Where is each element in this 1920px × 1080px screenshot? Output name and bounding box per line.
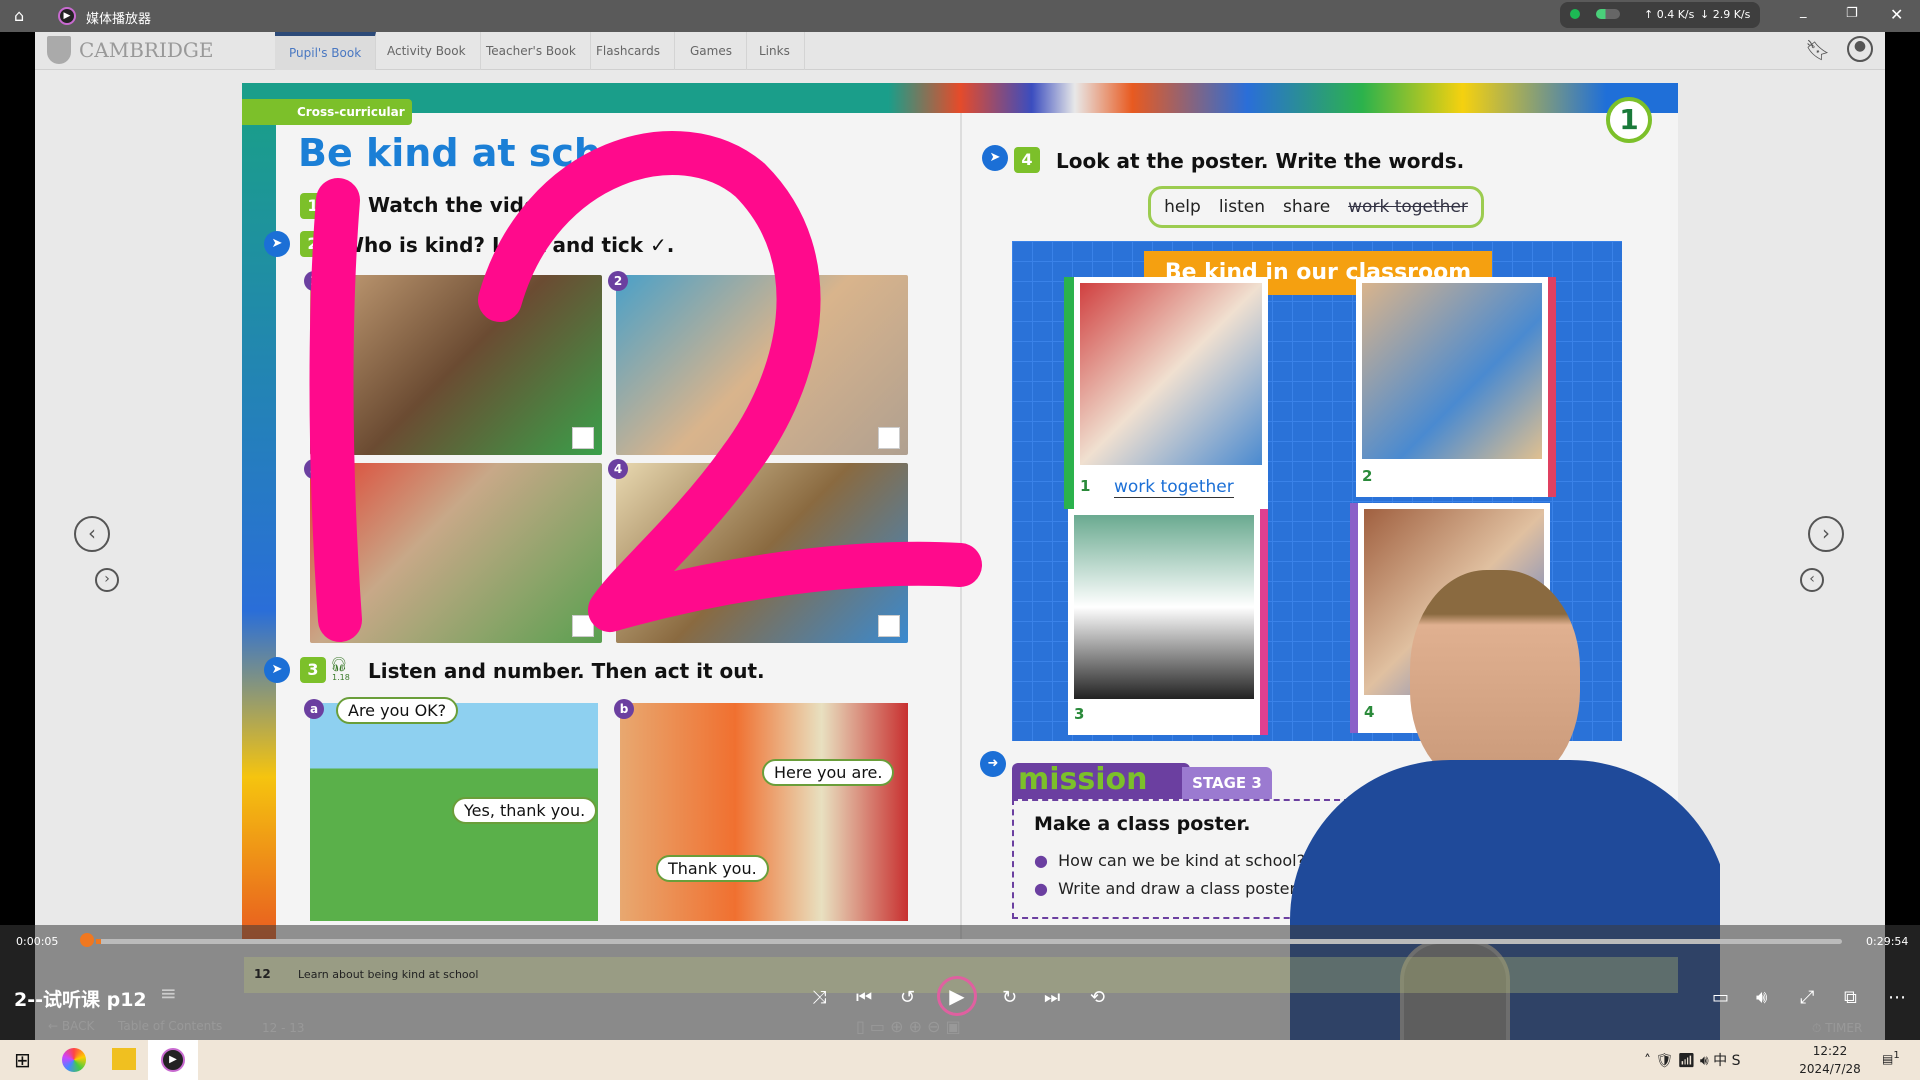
repeat-off-icon[interactable]: ⟲ — [1090, 987, 1105, 1008]
annotation-stroke-2 — [478, 131, 982, 632]
elapsed-time: 0:00:05 — [16, 935, 59, 948]
subtitles-icon[interactable]: ▭ — [1712, 987, 1729, 1008]
back-label: BACK — [61, 1019, 95, 1033]
notification-center[interactable]: ▤1 — [1882, 1050, 1900, 1066]
seek-handle[interactable] — [80, 933, 94, 947]
play-button[interactable]: ▶ — [937, 976, 977, 1016]
table-of-contents-button[interactable]: Table of Contents — [118, 1019, 222, 1033]
notification-count: 1 — [1893, 1050, 1900, 1061]
page-number: 12 — [254, 967, 271, 981]
timer-label: TIMER — [1825, 1021, 1863, 1035]
video-title: 2--试听课 p12 — [14, 989, 147, 1011]
viewer-zoom-tools[interactable]: ▯ ▭ ⊕ ⊕ ⊖ ▣ — [856, 1017, 961, 1036]
seek-progress — [96, 939, 102, 944]
volume-icon[interactable]: 🔊︎ — [1756, 987, 1767, 1008]
next-icon[interactable]: ⏭ — [1044, 987, 1060, 1008]
windows-start-icon[interactable]: ⊞ — [14, 1048, 31, 1072]
previous-icon[interactable]: ⏮ — [856, 987, 872, 1008]
windows-taskbar: ⊞ ▶ ˄ 🛡︎ 📶︎ 🔊︎ 中 S 12:22 2024/7/28 ▤1 — [0, 1040, 1920, 1080]
menu-icon[interactable]: ≡ — [160, 981, 177, 1005]
forward-30-icon[interactable]: ↻ — [1002, 987, 1017, 1008]
pip-icon[interactable]: ⧉ — [1844, 987, 1857, 1008]
presenter-head — [1410, 570, 1580, 790]
back-button[interactable]: ← BACK — [48, 1019, 94, 1033]
player-controls: 0:00:05 0:29:54 12 Learn about being kin… — [0, 925, 1920, 1040]
timer-button[interactable]: ⏱ TIMER — [1812, 1021, 1862, 1036]
more-icon[interactable]: ⋯ — [1888, 987, 1906, 1008]
shuffle-icon[interactable]: ⤨ — [812, 987, 826, 1008]
annotation-stroke-1 — [309, 178, 362, 642]
fullscreen-icon[interactable]: ⤢ — [1800, 987, 1814, 1008]
media-player-icon: ▶ — [161, 1048, 185, 1072]
seek-bar[interactable] — [96, 939, 1842, 944]
duration: 0:29:54 — [1866, 935, 1909, 948]
system-tray-icons[interactable]: ˄ 🛡︎ 📶︎ 🔊︎ 中 S — [1644, 1050, 1741, 1070]
page-range[interactable]: 12 - 13 — [262, 1021, 305, 1035]
file-explorer-icon[interactable] — [112, 1048, 136, 1070]
taskbar-media-player[interactable]: ▶ — [148, 1040, 198, 1080]
clock-time[interactable]: 12:22 — [1780, 1044, 1880, 1058]
page-footer-text: Learn about being kind at school — [298, 968, 479, 981]
browser-icon[interactable] — [62, 1048, 86, 1072]
clock-date[interactable]: 2024/7/28 — [1780, 1062, 1880, 1076]
rewind-10-icon[interactable]: ↺ — [900, 987, 915, 1008]
